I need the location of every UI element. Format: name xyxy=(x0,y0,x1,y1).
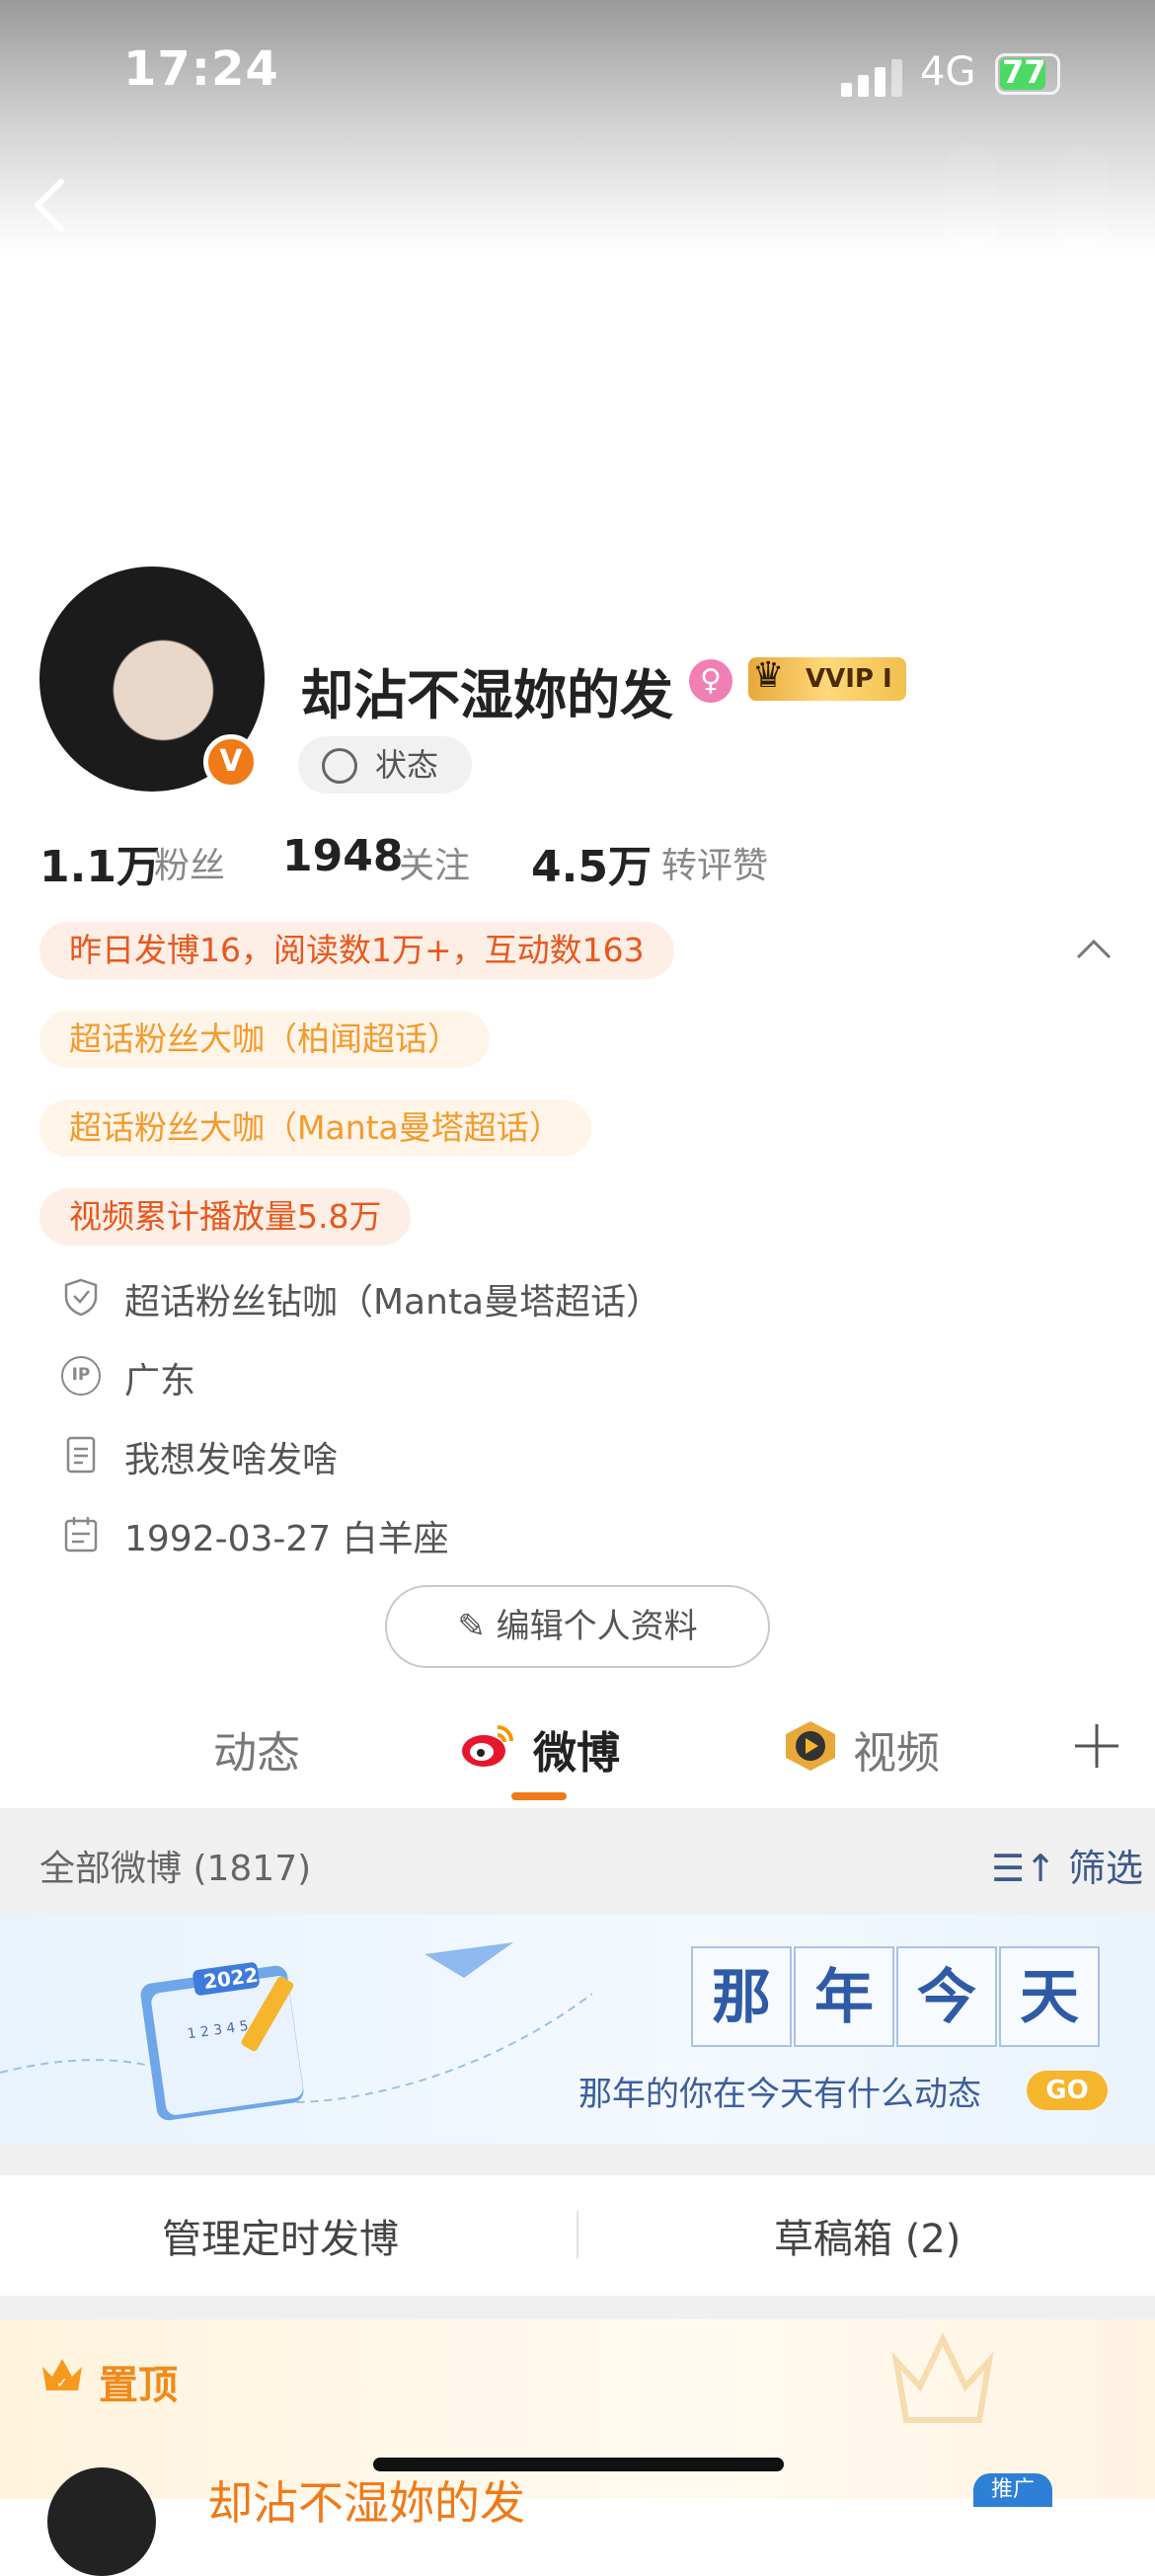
back-icon[interactable] xyxy=(30,176,69,235)
female-icon: ♀ xyxy=(689,659,732,703)
drafts-button[interactable]: 草稿箱 (2) xyxy=(774,2207,961,2264)
likes-label: 转评赞 xyxy=(661,846,769,886)
verified-badge: V xyxy=(203,734,259,790)
tab-video[interactable]: 视频 xyxy=(853,1717,940,1780)
post-author-avatar[interactable] xyxy=(47,2467,156,2576)
status-time: 17:24 xyxy=(123,41,279,97)
followers-label[interactable]: 粉丝 xyxy=(154,837,225,888)
signal-icon xyxy=(841,57,904,97)
document-icon xyxy=(66,1436,96,1474)
section-gap xyxy=(0,2144,1155,2175)
divider xyxy=(577,2211,578,2258)
video-icon xyxy=(786,1721,835,1771)
calendar-icon xyxy=(64,1517,98,1553)
tab-feed[interactable]: 动态 xyxy=(213,1717,300,1780)
edit-profile-button[interactable]: ✎ 编辑个人资料 xyxy=(385,1585,770,1668)
likes-count: 4.5万 xyxy=(531,842,652,892)
plus-icon[interactable] xyxy=(1072,1721,1121,1771)
go-button[interactable]: GO xyxy=(1027,2071,1108,2110)
tag-video-plays[interactable]: 视频累计播放量5.8万 xyxy=(39,1188,412,1246)
crown-watermark-icon xyxy=(891,2332,994,2423)
ip-icon: IP xyxy=(61,1356,101,1396)
pencil-icon: ✎ xyxy=(457,1607,497,1646)
post-author-name[interactable]: 却沾不湿妳的发 xyxy=(207,2467,525,2533)
tag-supertopic-1[interactable]: 超话粉丝大咖（柏闻超话） xyxy=(39,1011,490,1068)
chevron-up-icon[interactable] xyxy=(1076,936,1112,959)
all-posts-count: 全部微博 (1817) xyxy=(39,1849,312,1889)
banner-char-4: 天 xyxy=(999,1946,1100,2047)
banner-subtitle: 那年的你在今天有什么动态 xyxy=(578,2075,981,2114)
banner-char-1: 那 xyxy=(691,1946,792,2047)
followers-count[interactable]: 1.1万 xyxy=(39,831,160,894)
share-button[interactable] xyxy=(1054,148,1108,247)
crown-icon: ✓ xyxy=(42,2359,82,2391)
banner-char-3: 今 xyxy=(896,1946,997,2047)
crown-icon: ♛ xyxy=(752,655,785,696)
filter-button[interactable]: ☰↑ 筛选 xyxy=(991,1838,1143,1892)
tab-weibo[interactable]: 微博 xyxy=(533,1717,620,1780)
svg-text:✓: ✓ xyxy=(56,2376,68,2391)
section-gap-2 xyxy=(0,2296,1155,2319)
scheduled-posts-button[interactable]: 管理定时发博 xyxy=(162,2207,399,2264)
bio: 我想发啥发啥 xyxy=(124,1440,339,1480)
username: 却沾不湿妳的发 xyxy=(300,664,673,726)
home-indicator xyxy=(373,2458,784,2471)
pinned-label: 置顶 xyxy=(99,2363,178,2408)
status-smile-icon xyxy=(322,748,357,784)
ip-location: 广东 xyxy=(124,1361,196,1402)
battery-icon: 77 xyxy=(995,53,1060,95)
following-label[interactable]: 关注 xyxy=(399,837,470,888)
battery-level: 77 xyxy=(1002,53,1046,91)
filter-label: 筛选 xyxy=(1068,1847,1144,1890)
carrier-label: 4G xyxy=(920,49,976,95)
edit-profile-label: 编辑个人资料 xyxy=(496,1607,698,1646)
shield-icon xyxy=(64,1278,98,1317)
tag-activity[interactable]: 昨日发博16，阅读数1万+，互动数163 xyxy=(39,922,674,979)
following-count[interactable]: 1948 xyxy=(282,831,403,881)
birthday: 1992-03-27 白羊座 xyxy=(124,1519,449,1559)
banner-char-2: 年 xyxy=(794,1946,894,2047)
promote-button[interactable]: 推广 xyxy=(973,2473,1052,2507)
tag-supertopic-2[interactable]: 超话粉丝大咖（Manta曼塔超话） xyxy=(39,1099,591,1157)
calendar-illustration-icon: 2022 1 2 3 4 5 6 xyxy=(0,1942,592,2121)
tab-active-indicator xyxy=(511,1792,567,1800)
more-button[interactable] xyxy=(944,148,997,247)
supertopic-rank[interactable]: 超话粉丝钻咖（Manta曼塔超话） xyxy=(124,1273,661,1325)
filter-icon: ☰↑ xyxy=(991,1847,1068,1890)
weibo-logo-icon xyxy=(462,1725,513,1767)
